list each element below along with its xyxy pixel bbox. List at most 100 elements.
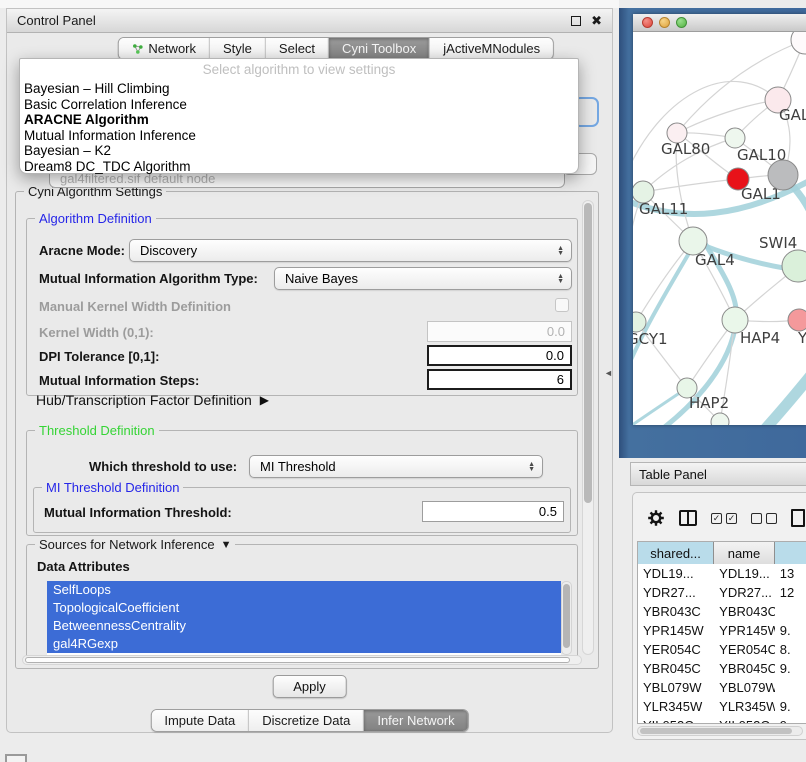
minimized-panel-icon[interactable] bbox=[5, 754, 27, 762]
table-row[interactable]: YBR043CYBR043C bbox=[638, 602, 806, 621]
close-window-icon[interactable]: ✖ bbox=[591, 16, 602, 26]
attribute-item-gal4rgexp[interactable]: gal4RGexp bbox=[47, 635, 561, 653]
algorithm-option-basic-correlation-inference[interactable]: Basic Correlation Inference bbox=[20, 97, 578, 113]
algorithm-option-bayesian-hill-climbing[interactable]: Bayesian – Hill Climbing bbox=[20, 81, 578, 97]
show-all-columns-icon[interactable]: ✓✓ bbox=[711, 513, 737, 524]
dpi-tolerance-label: DPI Tolerance [0,1]: bbox=[39, 349, 159, 364]
network-node-blank[interactable] bbox=[768, 160, 798, 190]
tab-style[interactable]: Style bbox=[210, 38, 266, 59]
table-cell: YBR043C bbox=[638, 602, 714, 621]
bottom-tab-label: Discretize Data bbox=[262, 713, 350, 728]
apply-button[interactable]: Apply bbox=[272, 675, 347, 698]
bottom-tab-impute-data[interactable]: Impute Data bbox=[151, 710, 249, 731]
table-panel-body: ✓✓ shared...nameYDL19...YDL19...13YDR27.… bbox=[632, 492, 806, 740]
column-header-shared[interactable]: shared... bbox=[638, 542, 714, 564]
stepper-arrows-icon: ▲▼ bbox=[557, 274, 564, 284]
tab-network[interactable]: Network bbox=[118, 38, 210, 59]
table-row[interactable]: YBR045CYBR045C9. bbox=[638, 659, 806, 678]
minimize-traffic-light-icon[interactable] bbox=[659, 17, 670, 28]
table-row[interactable]: YLR345WYLR345W9. bbox=[638, 697, 806, 716]
table-cell bbox=[775, 602, 806, 621]
network-node-gal10[interactable] bbox=[725, 128, 745, 148]
mi-threshold-label: Mutual Information Threshold: bbox=[44, 505, 232, 520]
table-cell: YBL079W bbox=[638, 678, 714, 697]
network-node-swi4[interactable] bbox=[782, 250, 806, 282]
algorithm-definition-title: Algorithm Definition bbox=[35, 211, 156, 226]
data-attributes-list[interactable]: SelfLoopsTopologicalCoefficientBetweenne… bbox=[47, 581, 561, 655]
table-cell: YLR345W bbox=[714, 697, 775, 716]
network-node-y[interactable] bbox=[788, 309, 806, 331]
tab-jactivemnodules[interactable]: jActiveMNodules bbox=[430, 38, 553, 59]
tab-select[interactable]: Select bbox=[266, 38, 329, 59]
control-panel-window: Control Panel ✖ Network Style SelectCyni T… bbox=[6, 8, 613, 733]
network-icon bbox=[131, 43, 143, 55]
hide-all-columns-icon[interactable] bbox=[751, 513, 777, 524]
bottom-tab-infer-network[interactable]: Infer Network bbox=[364, 710, 467, 731]
table-row[interactable]: YDR27...YDR27...12 bbox=[638, 583, 806, 602]
table-cell: 8. bbox=[775, 640, 806, 659]
bottom-tab-discretize-data[interactable]: Discretize Data bbox=[249, 710, 364, 731]
column-header-name[interactable]: name bbox=[714, 542, 775, 564]
algorithm-options: Bayesian – Hill ClimbingBasic Correlatio… bbox=[20, 81, 578, 175]
export-table-icon[interactable] bbox=[791, 509, 805, 527]
tab-label: Style bbox=[223, 41, 252, 56]
close-traffic-light-icon[interactable] bbox=[642, 17, 653, 28]
table-row[interactable]: YER054CYER054C8. bbox=[638, 640, 806, 659]
which-threshold-label: Which threshold to use: bbox=[89, 459, 237, 474]
which-threshold-combo[interactable]: MI Threshold ▲▼ bbox=[249, 455, 543, 478]
network-window-titlebar[interactable] bbox=[633, 14, 806, 32]
network-canvas[interactable]: GALGAL80GAL10GAL1GAL11SWI4GAL4GCY1HAP4YH… bbox=[633, 32, 806, 425]
table-cell: YPR145W bbox=[714, 621, 775, 640]
table-row[interactable]: YPR145WYPR145W9. bbox=[638, 621, 806, 640]
data-attributes-label: Data Attributes bbox=[37, 559, 130, 574]
table-cell: YER054C bbox=[714, 640, 775, 659]
table-cell: 12 bbox=[775, 583, 806, 602]
table-cell: 9. bbox=[775, 621, 806, 640]
attributes-scrollbar[interactable] bbox=[561, 581, 572, 655]
columns-icon[interactable] bbox=[679, 510, 697, 526]
node-label-gal: GAL bbox=[779, 106, 806, 124]
mi-threshold-input[interactable]: 0.5 bbox=[422, 501, 564, 522]
tab-cyni-toolbox[interactable]: Cyni Toolbox bbox=[329, 38, 430, 59]
table-toolbar: ✓✓ bbox=[633, 503, 806, 533]
control-panel-titlebar[interactable]: Control Panel ✖ bbox=[7, 9, 612, 33]
table-row[interactable]: YBL079WYBL079W bbox=[638, 678, 806, 697]
manual-kernel-checkbox[interactable] bbox=[555, 298, 569, 312]
gear-icon[interactable] bbox=[647, 509, 665, 527]
kernel-width-label: Kernel Width (0,1): bbox=[39, 325, 154, 340]
network-view-window[interactable]: GALGAL80GAL10GAL1GAL11SWI4GAL4GCY1HAP4YH… bbox=[619, 8, 806, 458]
panel-divider-grip[interactable]: ◄ bbox=[604, 368, 613, 378]
aracne-mode-combo[interactable]: Discovery ▲▼ bbox=[129, 239, 572, 262]
collapse-down-icon: ▼ bbox=[221, 539, 232, 551]
mi-steps-input[interactable]: 6 bbox=[427, 369, 572, 390]
node-label-hap4: HAP4 bbox=[740, 329, 780, 347]
hub-definition-expander[interactable]: Hub/Transcription Factor Definition ▶ bbox=[36, 392, 269, 408]
algorithm-option-bayesian-k2[interactable]: Bayesian – K2 bbox=[20, 143, 578, 159]
attribute-item-selfloops[interactable]: SelfLoops bbox=[47, 581, 561, 599]
table-cell: YDR27... bbox=[714, 583, 775, 602]
zoom-traffic-light-icon[interactable] bbox=[676, 17, 687, 28]
attribute-item-betweennesscentrality[interactable]: BetweennessCentrality bbox=[47, 617, 561, 635]
table-panel-titlebar[interactable]: Table Panel bbox=[630, 462, 806, 486]
sources-group: Sources for Network Inference ▼ Data Att… bbox=[26, 544, 578, 656]
node-attribute-table[interactable]: shared...nameYDL19...YDL19...13YDR27...Y… bbox=[637, 541, 806, 724]
table-horizontal-scrollbar[interactable] bbox=[637, 726, 803, 736]
algorithm-option-dream8-dc-tdc-algorithm[interactable]: Dream8 DC_TDC Algorithm bbox=[20, 159, 578, 175]
bottom-tab-label: Infer Network bbox=[377, 713, 454, 728]
mi-type-combo[interactable]: Naive Bayes ▲▼ bbox=[274, 267, 572, 290]
float-window-icon[interactable] bbox=[571, 16, 581, 26]
settings-vertical-scrollbar[interactable] bbox=[582, 200, 594, 655]
algorithm-select-dropdown[interactable]: Select algorithm to view settings Bayesi… bbox=[19, 58, 579, 174]
sources-title[interactable]: Sources for Network Inference ▼ bbox=[35, 537, 235, 552]
table-row[interactable]: YIL052CYIL052C9. bbox=[638, 716, 806, 724]
attribute-item-topologicalcoefficient[interactable]: TopologicalCoefficient bbox=[47, 599, 561, 617]
dpi-tolerance-input[interactable]: 0.0 bbox=[427, 345, 572, 366]
algorithm-option-mutual-information-inference[interactable]: Mutual Information Inference bbox=[20, 128, 578, 144]
table-row[interactable]: YDL19...YDL19...13 bbox=[638, 564, 806, 583]
node-label-swi4: SWI4 bbox=[759, 234, 797, 252]
column-header-blank[interactable] bbox=[775, 542, 806, 564]
algorithm-option-aracne-algorithm[interactable]: ARACNE Algorithm bbox=[20, 112, 578, 128]
network-node-blank[interactable] bbox=[791, 32, 806, 54]
settings-horizontal-scrollbar[interactable] bbox=[22, 655, 582, 665]
kernel-width-input[interactable]: 0.0 bbox=[427, 321, 572, 342]
